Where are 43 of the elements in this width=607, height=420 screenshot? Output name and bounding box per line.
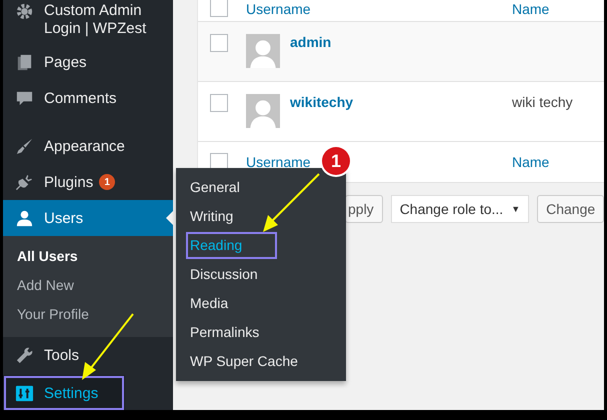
row-checkbox[interactable] [210,34,228,52]
flyout-menu-item[interactable]: Media [176,289,346,318]
flyout-menu-item[interactable]: Reading [185,231,278,260]
wrench-icon [15,346,34,364]
sidebar-item[interactable]: Comments [3,80,173,116]
flyout-menu-item[interactable]: WP Super Cache [176,347,346,376]
table-cell: wiki techy [512,94,573,110]
sidebar-item[interactable]: Custom Admin Login | WPZest [3,0,173,44]
flyout-menu-item[interactable]: Permalinks [176,318,346,347]
submenu-item[interactable]: Your Profile [3,300,173,329]
brush-icon [15,136,34,156]
sidebar-item[interactable]: Appearance [3,128,173,164]
submenu-item[interactable]: Add New [3,271,173,300]
arrow-icon [261,172,321,234]
sidebar-item[interactable]: Tools [3,337,173,373]
column-header[interactable]: Username [246,154,311,170]
sliders-icon [15,384,34,402]
column-header[interactable]: Name [512,1,550,17]
avatar-icon [246,34,280,68]
gear-icon [15,2,34,21]
change-button[interactable]: Change [537,195,604,223]
update-count-badge: 1 [99,174,116,190]
flyout-menu-item[interactable]: Discussion [176,260,346,289]
submenu-item[interactable]: All Users [3,242,173,271]
username-link[interactable]: admin [290,34,512,50]
column-header[interactable]: Name [512,154,550,170]
user-icon [15,208,34,228]
change-role-select[interactable]: Change role to... ▼ [390,195,530,223]
select-all-checkbox[interactable] [210,0,228,17]
row-checkbox[interactable] [210,94,228,112]
sidebar-item[interactable]: Settings [3,375,125,410]
username-link[interactable]: wikitechy [290,94,512,110]
apply-button[interactable]: pply [345,195,383,223]
sidebar-item[interactable]: Pages [3,44,173,80]
plug-icon [15,172,34,192]
avatar-icon [246,94,280,128]
pages-icon [15,52,34,72]
flyout-menu-item[interactable]: Writing [176,202,346,231]
step-number-badge: 1 [322,147,350,175]
sidebar-item[interactable]: Plugins 1 [3,164,173,200]
flyout-menu-item[interactable]: General [176,173,346,202]
sidebar-item[interactable]: Users [3,200,173,236]
column-header[interactable]: Username [246,1,311,17]
